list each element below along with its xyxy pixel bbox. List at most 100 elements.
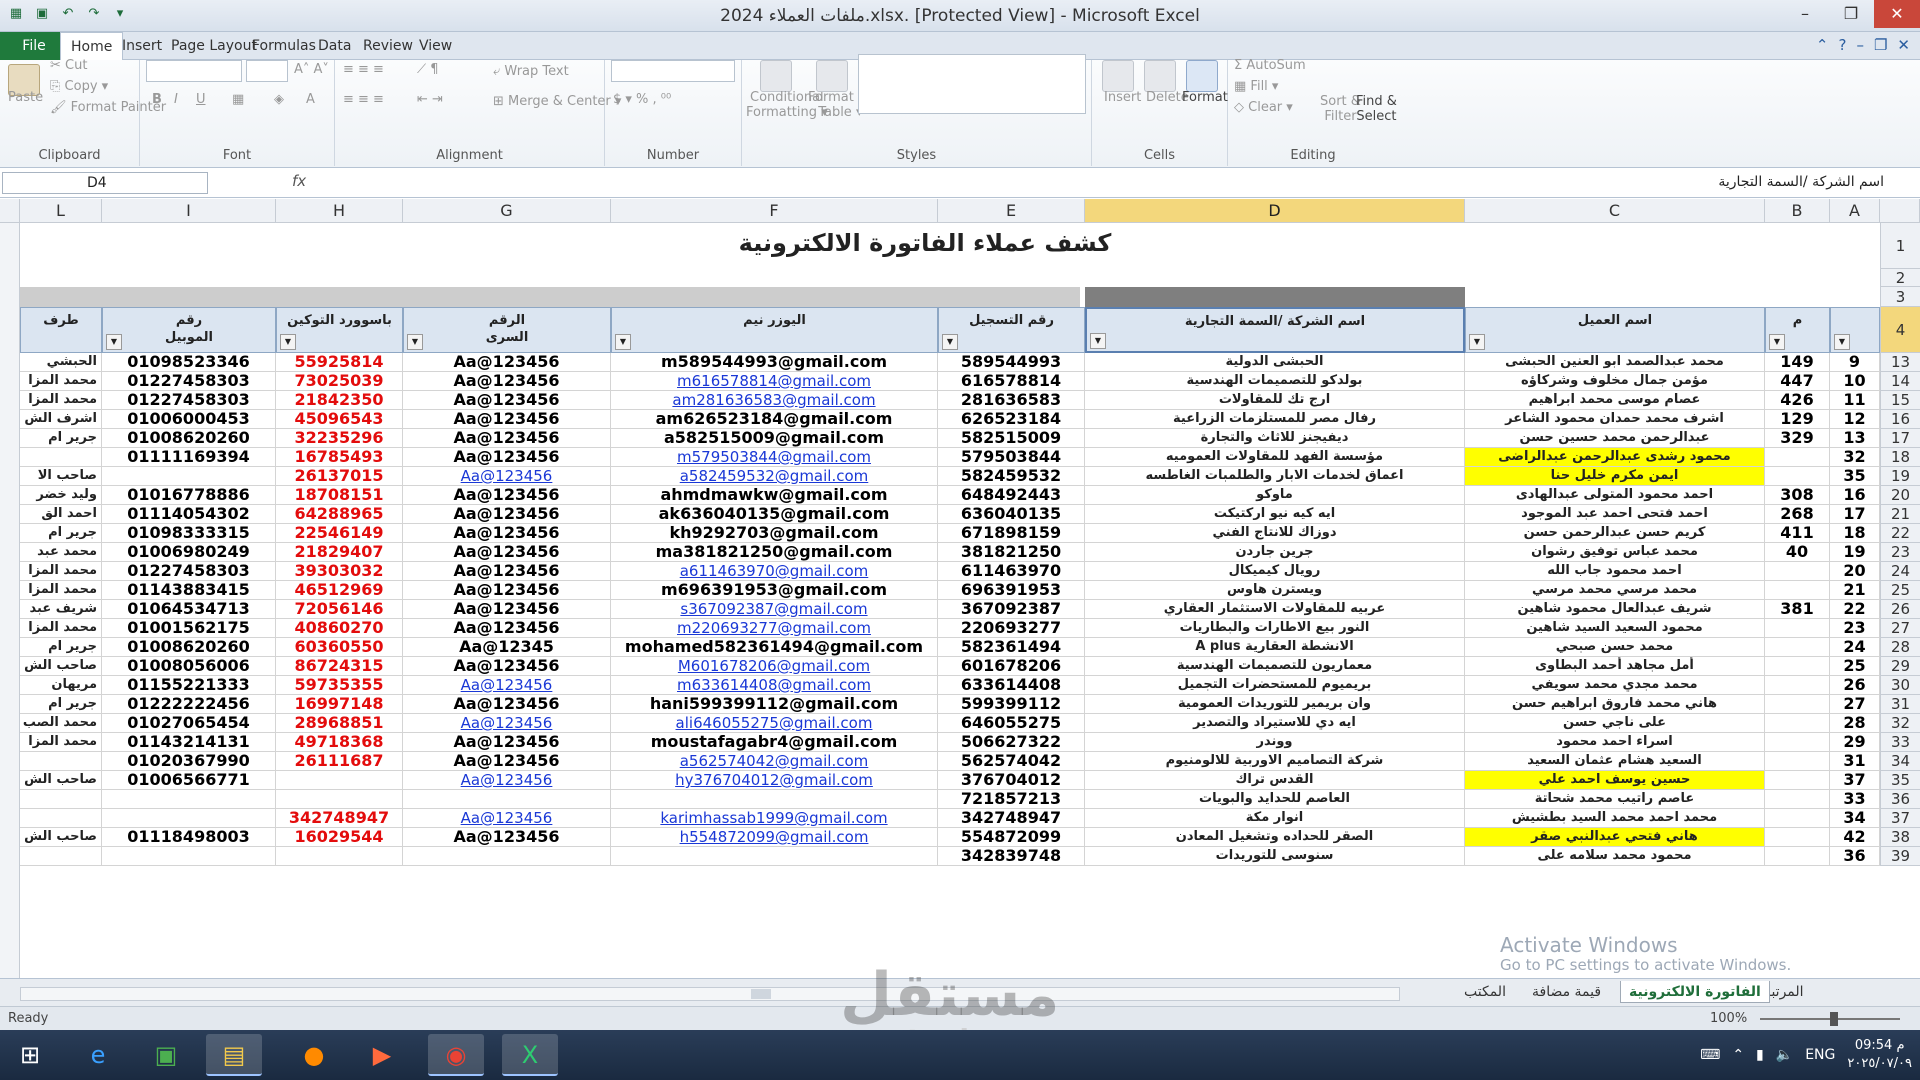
cell-a[interactable]: 34 <box>1830 809 1880 828</box>
cell-c[interactable]: أمل مجاهد أحمد البطاوى <box>1465 657 1765 676</box>
row-header[interactable]: 18 <box>1880 448 1920 467</box>
cell-i[interactable] <box>102 809 276 828</box>
cell-d[interactable]: رويال كيميكال <box>1085 562 1465 581</box>
sheet-tab-office[interactable]: المكتب <box>1456 981 1514 1003</box>
cell-c[interactable]: محمد مجدي محمد سويفي <box>1465 676 1765 695</box>
cell-f[interactable]: mohamed582361494@gmail.com <box>611 638 938 657</box>
cell-l[interactable]: شريف عبد <box>20 600 102 619</box>
cell-g[interactable]: Aa@123456 <box>403 448 611 467</box>
cell-i[interactable]: 01006980249 <box>102 543 276 562</box>
cell-b[interactable] <box>1765 714 1830 733</box>
cell-d[interactable]: رفال مصر للمستلزمات الزراعية <box>1085 410 1465 429</box>
currency-icon[interactable]: $ ▾ % , ⁰⁰ <box>613 92 671 107</box>
insert-function-icon[interactable]: fx <box>292 172 306 190</box>
cell-l[interactable] <box>20 752 102 771</box>
cell-g[interactable]: Aa@123456 <box>403 600 611 619</box>
row-header[interactable]: 28 <box>1880 638 1920 657</box>
cell-d[interactable]: ايه كيه نيو اركتيكت <box>1085 505 1465 524</box>
cell-l[interactable]: محمد الصب <box>20 714 102 733</box>
cell-l[interactable]: الحبشي <box>20 353 102 372</box>
cell-l[interactable]: صاحب الش <box>20 657 102 676</box>
cell-g[interactable]: Aa@123456 <box>403 410 611 429</box>
cell-h[interactable]: 64288965 <box>276 505 403 524</box>
firefox-icon[interactable]: ● <box>286 1034 342 1076</box>
cell-l[interactable] <box>20 790 102 809</box>
cell-b[interactable]: 129 <box>1765 410 1830 429</box>
row-header[interactable]: 29 <box>1880 657 1920 676</box>
cell-a[interactable]: 29 <box>1830 733 1880 752</box>
row-header[interactable]: 37 <box>1880 809 1920 828</box>
filter-dropdown-icon[interactable]: ▼ <box>942 334 958 350</box>
cell-i[interactable]: 01098523346 <box>102 353 276 372</box>
cell-b[interactable] <box>1765 771 1830 790</box>
cell-g[interactable]: Aa@123456 <box>403 733 611 752</box>
cell-h[interactable]: 16029544 <box>276 828 403 847</box>
cell-l[interactable]: محمد عبد <box>20 543 102 562</box>
cell-l[interactable]: احمد الق <box>20 505 102 524</box>
autosum-button[interactable]: Σ AutoSum <box>1234 58 1306 73</box>
tab-view[interactable]: View <box>419 38 452 54</box>
name-box[interactable]: D4 <box>2 172 208 194</box>
cell-f[interactable]: m220693277@gmail.com <box>611 619 938 638</box>
cell-i[interactable]: 01008056006 <box>102 657 276 676</box>
cell-e[interactable]: 376704012 <box>938 771 1085 790</box>
sheet-tab-einvoice[interactable]: الفاتورة الالكترونية <box>1620 981 1770 1003</box>
filter-dropdown-icon[interactable]: ▼ <box>1090 333 1106 349</box>
cell-l[interactable]: محمد المزا <box>20 562 102 581</box>
cell-c[interactable]: مؤمن جمال مخلوف وشركاؤه <box>1465 372 1765 391</box>
cell-h[interactable]: 16997148 <box>276 695 403 714</box>
cell-e[interactable]: 646055275 <box>938 714 1085 733</box>
vertical-scrollbar[interactable] <box>0 223 20 978</box>
internet-explorer-icon[interactable]: e <box>70 1034 126 1076</box>
cell-e[interactable]: 381821250 <box>938 543 1085 562</box>
tray-expand-icon[interactable]: ⌃ <box>1732 1047 1744 1063</box>
cell-g[interactable] <box>403 847 611 866</box>
cell-g[interactable]: Aa@123456 <box>403 752 611 771</box>
cell-g[interactable]: Aa@123456 <box>403 657 611 676</box>
collapse-ribbon-icon[interactable]: ⌃ <box>1816 36 1829 54</box>
cell-f[interactable]: am626523184@gmail.com <box>611 410 938 429</box>
cell-f[interactable]: a582515009@gmail.com <box>611 429 938 448</box>
cell-c[interactable]: محمود رشدى عبدالرحمن عبدالراضى <box>1465 448 1765 467</box>
cell-f[interactable] <box>611 847 938 866</box>
cell-a[interactable]: 19 <box>1830 543 1880 562</box>
row-header[interactable]: 17 <box>1880 429 1920 448</box>
cell-g[interactable]: Aa@123456 <box>403 581 611 600</box>
cell-h[interactable]: 18708151 <box>276 486 403 505</box>
cell-b[interactable] <box>1765 581 1830 600</box>
cell-l[interactable] <box>20 448 102 467</box>
cell-d[interactable]: انوار مكة <box>1085 809 1465 828</box>
cell-f[interactable]: m579503844@gmail.com <box>611 448 938 467</box>
cell-c[interactable]: هاني محمد فاروق ابراهيم حسن <box>1465 695 1765 714</box>
cell-a[interactable]: 17 <box>1830 505 1880 524</box>
cell-h[interactable]: 40860270 <box>276 619 403 638</box>
cell-e[interactable]: 281636583 <box>938 391 1085 410</box>
cell-g[interactable]: Aa@123456 <box>403 353 611 372</box>
cell-c[interactable]: عبدالرحمن محمد حسين حسن <box>1465 429 1765 448</box>
format-as-table-icon[interactable] <box>816 60 848 92</box>
cell-l[interactable]: صاحب الش <box>20 771 102 790</box>
column-header-i[interactable]: I <box>102 199 276 223</box>
cell-b[interactable] <box>1765 638 1830 657</box>
cell-f[interactable]: karimhassab1999@gmail.com <box>611 809 938 828</box>
cell-a[interactable]: 31 <box>1830 752 1880 771</box>
cell-c[interactable]: احمد محمود جاب الله <box>1465 562 1765 581</box>
cell-i[interactable]: 01001562175 <box>102 619 276 638</box>
cell-c[interactable]: اسراء احمد محمود <box>1465 733 1765 752</box>
cell-a[interactable]: 13 <box>1830 429 1880 448</box>
cell-e[interactable]: 611463970 <box>938 562 1085 581</box>
zoom-slider-thumb[interactable] <box>1830 1012 1838 1026</box>
bold-icon[interactable]: B <box>152 92 162 107</box>
find-select-button[interactable]: Find & Select <box>1356 94 1397 124</box>
cell-a[interactable]: 25 <box>1830 657 1880 676</box>
cell-b[interactable] <box>1765 562 1830 581</box>
cell-g[interactable]: Aa@123456 <box>403 524 611 543</box>
cell-d[interactable]: الانشطة العقارية A plus <box>1085 638 1465 657</box>
cell-a[interactable]: 20 <box>1830 562 1880 581</box>
cell-d[interactable]: الحبشى الدولية <box>1085 353 1465 372</box>
cell-i[interactable]: 01227458303 <box>102 562 276 581</box>
cell-e[interactable]: 220693277 <box>938 619 1085 638</box>
cell-h[interactable]: 46512969 <box>276 581 403 600</box>
cell-h[interactable] <box>276 790 403 809</box>
select-all-corner[interactable] <box>0 199 20 223</box>
